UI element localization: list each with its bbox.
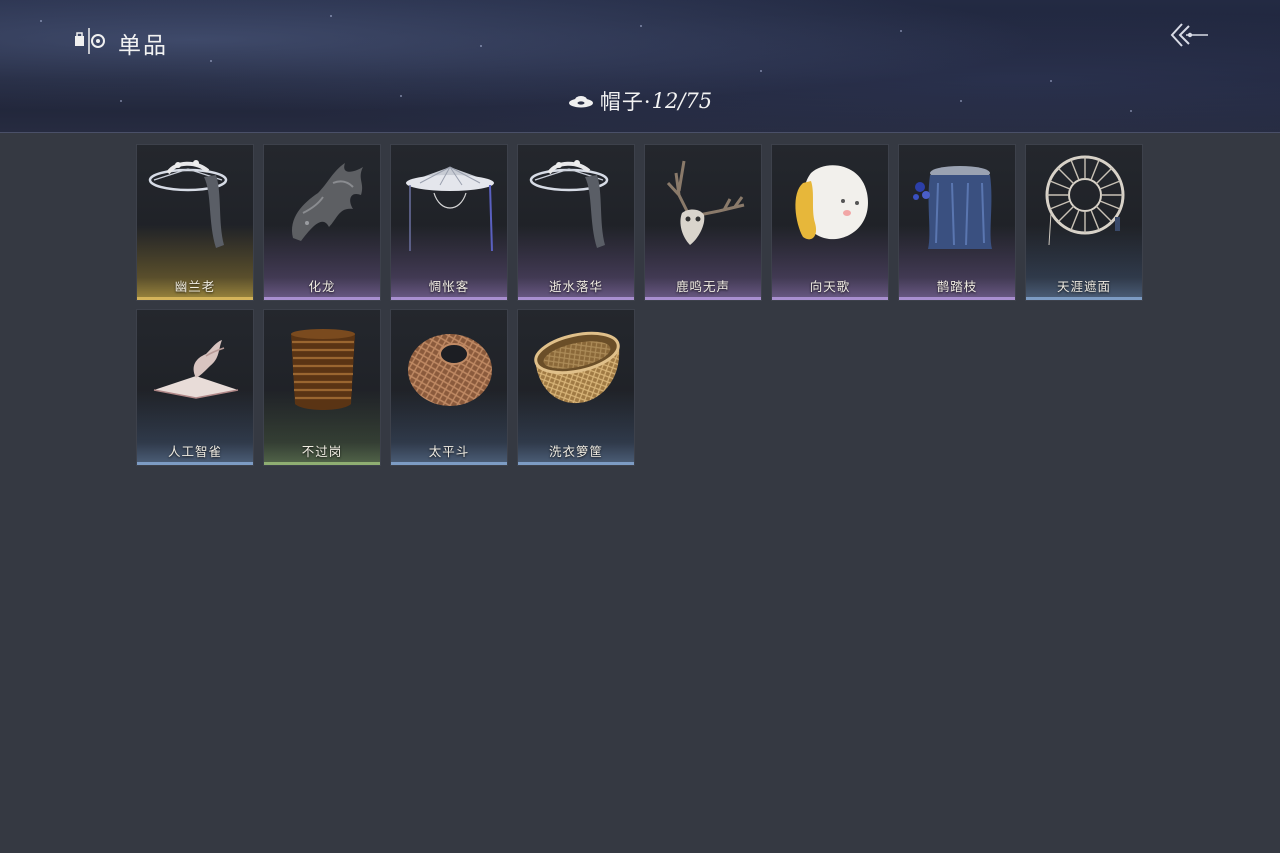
wardrobe-icon — [75, 28, 105, 54]
rarity-bar — [518, 297, 634, 300]
dragon-head-icon — [292, 163, 363, 241]
deer-skull-icon — [666, 160, 745, 245]
item-name: 天涯遮面 — [1056, 279, 1111, 294]
item-card-youlanlao[interactable]: 幽兰老 — [136, 144, 254, 301]
woven-round-hat-icon — [1045, 155, 1125, 246]
back-arrow-icon[interactable] — [1166, 18, 1212, 52]
rarity-bar — [645, 297, 761, 300]
rarity-bar — [264, 462, 380, 465]
item-name: 不过岗 — [301, 444, 343, 459]
bowl-stack-icon — [291, 329, 355, 410]
bird-hat-icon — [153, 340, 239, 399]
item-card-lumingwusheng[interactable]: 鹿鸣无声 — [644, 144, 762, 301]
item-name: 向天歌 — [809, 279, 851, 294]
item-name: 鹿鸣无声 — [675, 279, 730, 294]
hat-icon — [568, 96, 593, 108]
item-card-rengongzhique[interactable]: 人工智雀 — [136, 309, 254, 466]
item-card-hualong[interactable]: 化龙 — [263, 144, 381, 301]
rarity-bar — [772, 297, 888, 300]
blue-veil-hat-icon — [913, 166, 992, 249]
category-name: 帽子· — [599, 90, 652, 114]
ornate-bamboo-hat-icon — [529, 160, 609, 248]
item-card-shishuiluohua[interactable]: 逝水落华 — [517, 144, 635, 301]
item-card-tianyazhemian[interactable]: 天涯遮面 — [1025, 144, 1143, 301]
rarity-bar — [264, 297, 380, 300]
rarity-bar — [391, 297, 507, 300]
item-card-chouchangke[interactable]: 惆怅客 — [390, 144, 508, 301]
category-header: 帽子·12/75 — [0, 86, 1280, 116]
item-name: 人工智雀 — [167, 444, 222, 459]
item-name: 鹊踏枝 — [936, 279, 978, 294]
veiled-hat-icon — [406, 166, 494, 252]
rarity-bar — [518, 462, 634, 465]
item-grid: 幽兰老 化龙 惆怅客 逝水落华 鹿鸣无声 向天歌 鹊踏枝 天涯遮面 人工智雀 不… — [136, 144, 1143, 466]
item-name: 化龙 — [308, 279, 336, 294]
item-name: 惆怅客 — [428, 279, 470, 294]
item-name: 幽兰老 — [174, 279, 216, 294]
item-name: 逝水落华 — [548, 279, 603, 294]
rarity-bar — [137, 297, 253, 300]
laundry-basket-icon — [534, 331, 620, 404]
rarity-bar — [137, 462, 253, 465]
wicker-basket-icon — [408, 334, 492, 406]
item-card-xiangtiange[interactable]: 向天歌 — [771, 144, 889, 301]
ornate-bamboo-hat-icon — [148, 160, 228, 248]
goose-hood-icon — [795, 165, 869, 240]
rarity-bar — [1026, 297, 1142, 300]
item-card-quetazhi[interactable]: 鹊踏枝 — [898, 144, 1016, 301]
header-banner: 单品 帽子·12/75 — [0, 0, 1280, 133]
page-title: 单品 — [118, 33, 168, 59]
item-name: 洗衣箩筐 — [548, 444, 603, 459]
rarity-bar — [391, 462, 507, 465]
item-card-xiyiluokuang[interactable]: 洗衣箩筐 — [517, 309, 635, 466]
rarity-bar — [899, 297, 1015, 300]
item-card-taipingdou[interactable]: 太平斗 — [390, 309, 508, 466]
item-name: 太平斗 — [428, 444, 470, 459]
category-count: 12/75 — [651, 89, 713, 113]
item-card-buguogang[interactable]: 不过岗 — [263, 309, 381, 466]
